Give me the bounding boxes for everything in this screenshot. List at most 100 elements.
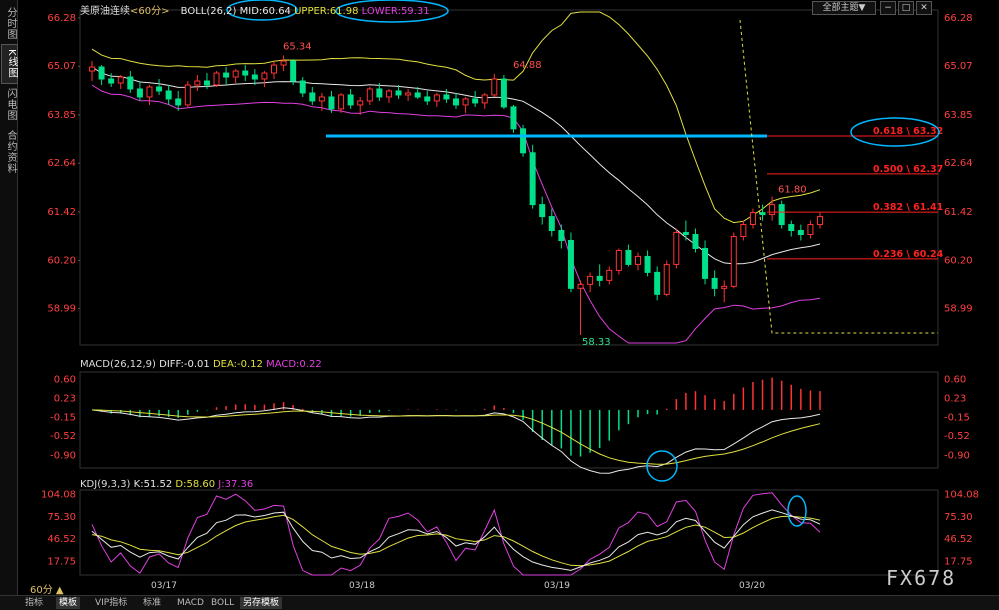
candle-body-down bbox=[644, 255, 651, 273]
left-tab-2[interactable]: 闪电图 bbox=[1, 84, 16, 124]
annotation-high-2: 64.88 bbox=[513, 60, 542, 71]
kdj-d: D:58.60 bbox=[175, 479, 216, 490]
bottom-tab-2[interactable]: VIP指标 bbox=[92, 597, 130, 609]
bottom-tab-3[interactable]: 标准 bbox=[140, 597, 164, 609]
candle-body-down bbox=[500, 78, 507, 108]
candle-body-down bbox=[539, 204, 546, 218]
price-axis-right-label: 61.42 bbox=[944, 207, 973, 218]
candle-body-down bbox=[309, 92, 316, 102]
macd-params: MACD(26,12,9) bbox=[80, 359, 156, 370]
candle-body-down bbox=[203, 80, 210, 86]
candle-body-down bbox=[453, 98, 459, 106]
kdj-panel-frame bbox=[79, 489, 939, 576]
macd-axis-right-label: 0.60 bbox=[944, 375, 966, 386]
candle-body-up bbox=[673, 232, 680, 265]
candle-body-down bbox=[424, 96, 431, 102]
period-label: <60分> bbox=[130, 6, 170, 17]
candle-body-down bbox=[510, 106, 517, 130]
price-axis-right-label: 62.64 bbox=[944, 158, 973, 169]
macd-axis-right-label: -0.90 bbox=[944, 450, 970, 461]
macd-axis-left-label: -0.52 bbox=[50, 431, 76, 442]
candle-body-up bbox=[462, 98, 469, 106]
candle-body-up bbox=[663, 263, 670, 295]
candle-body-down bbox=[625, 249, 632, 265]
candle-body-up bbox=[117, 76, 124, 84]
price-axis-right-label: 58.99 bbox=[944, 304, 973, 315]
fib-level-label: 0.500 \ 62.37 bbox=[873, 164, 943, 175]
candle-body-down bbox=[108, 78, 115, 84]
boll-legend: 美原油连续<60分> BOLL(26,2) MID:60.64 UPPER:61… bbox=[80, 2, 430, 17]
price-axis-right-label: 65.07 bbox=[944, 61, 973, 72]
candle-body-down bbox=[414, 92, 421, 98]
candle-body-up bbox=[730, 236, 737, 287]
macd-diff-line bbox=[91, 407, 821, 474]
fib-level-label: 0.236 \ 60.24 bbox=[873, 249, 944, 260]
minimize-icon[interactable]: − bbox=[880, 1, 896, 15]
candle-body-down bbox=[654, 271, 661, 295]
candle-body-down bbox=[711, 277, 718, 289]
maximize-icon[interactable]: □ bbox=[898, 1, 914, 15]
price-axis-left-label: 60.20 bbox=[47, 255, 76, 266]
bottom-tab-4[interactable]: MACD bbox=[174, 597, 207, 609]
candle-body-up bbox=[491, 78, 498, 96]
chart-area[interactable]: 66.28 66.28 65.07 65.07 63.85 63.85 62.64 62.64… bbox=[17, 0, 999, 595]
macd-axis-left-label: 0.23 bbox=[54, 393, 76, 404]
candle-body-down bbox=[156, 86, 163, 92]
macd-value: MACD:0.22 bbox=[266, 359, 322, 370]
bottom-tab-5[interactable]: BOLL bbox=[208, 597, 237, 609]
candle-body-up bbox=[769, 204, 776, 216]
bottom-tab-6[interactable]: 另存模板 bbox=[240, 597, 283, 609]
candle-body-down bbox=[127, 76, 134, 90]
watermark: FX678 bbox=[886, 566, 957, 590]
date-axis-label: 03/18 bbox=[349, 581, 375, 591]
macd-axis-right-label: -0.52 bbox=[944, 431, 970, 442]
candle-body-up bbox=[606, 269, 613, 281]
candle-body-down bbox=[165, 90, 172, 100]
candle-body-up bbox=[357, 100, 364, 106]
kdj-j-line bbox=[91, 492, 821, 576]
price-axis-left-label: 65.07 bbox=[47, 61, 76, 72]
candle-body-up bbox=[587, 275, 594, 285]
date-axis-label: 03/17 bbox=[151, 581, 177, 591]
price-axis-left-label: 61.42 bbox=[47, 207, 76, 218]
candle-body-down bbox=[529, 152, 536, 206]
theme-select-button[interactable]: 全部主题▼ bbox=[812, 1, 876, 15]
candle-body-up bbox=[433, 94, 440, 102]
candle-body-up bbox=[740, 224, 747, 238]
left-tab-3[interactable]: 合约资料 bbox=[1, 128, 16, 176]
candle-body-up bbox=[615, 249, 622, 271]
candle-body-up bbox=[232, 70, 239, 78]
boll-params: BOLL(26,2) bbox=[180, 6, 237, 17]
candle-body-up bbox=[146, 86, 153, 98]
bottom-tab-0[interactable]: 指标 bbox=[22, 597, 46, 609]
period-selector[interactable]: 60分 ▲ bbox=[30, 581, 64, 596]
price-axis-right-label: 60.20 bbox=[944, 255, 973, 266]
candle-body-down bbox=[251, 74, 258, 80]
boll-upper: UPPER:61.98 bbox=[294, 6, 359, 17]
candle-body-up bbox=[807, 224, 814, 236]
annotation-high-1: 65.34 bbox=[283, 41, 312, 52]
boll-mid: MID:60.64 bbox=[239, 6, 291, 17]
left-tab-0[interactable]: 分时图 bbox=[1, 4, 16, 42]
candle-body-down bbox=[299, 80, 306, 94]
left-tab-1[interactable]: K线图 bbox=[1, 44, 18, 84]
bottom-tab-1[interactable]: 模板 bbox=[56, 597, 81, 609]
candle-body-up bbox=[194, 80, 201, 86]
candle-body-down bbox=[692, 234, 699, 249]
candle-body-down bbox=[558, 230, 565, 241]
macd-axis-left-label: -0.15 bbox=[50, 412, 76, 423]
candle-body-down bbox=[443, 94, 450, 100]
annotation-low: 58.33 bbox=[582, 337, 611, 348]
candle-body-down bbox=[778, 204, 785, 226]
fib-level-label: 0.618 \ 63.32 bbox=[873, 126, 943, 137]
symbol-name: 美原油连续 bbox=[80, 6, 130, 17]
price-axis-left-label: 58.99 bbox=[47, 304, 76, 315]
price-axis-left-label: 66.28 bbox=[47, 13, 76, 24]
candle-body-down bbox=[290, 60, 297, 82]
candle-body-up bbox=[385, 90, 392, 98]
candle-body-down bbox=[242, 70, 249, 76]
candle-body-up bbox=[817, 216, 823, 226]
close-icon[interactable]: ✕ bbox=[916, 1, 932, 15]
macd-axis-left-label: 0.60 bbox=[54, 375, 76, 386]
candle-body-down bbox=[98, 66, 105, 80]
